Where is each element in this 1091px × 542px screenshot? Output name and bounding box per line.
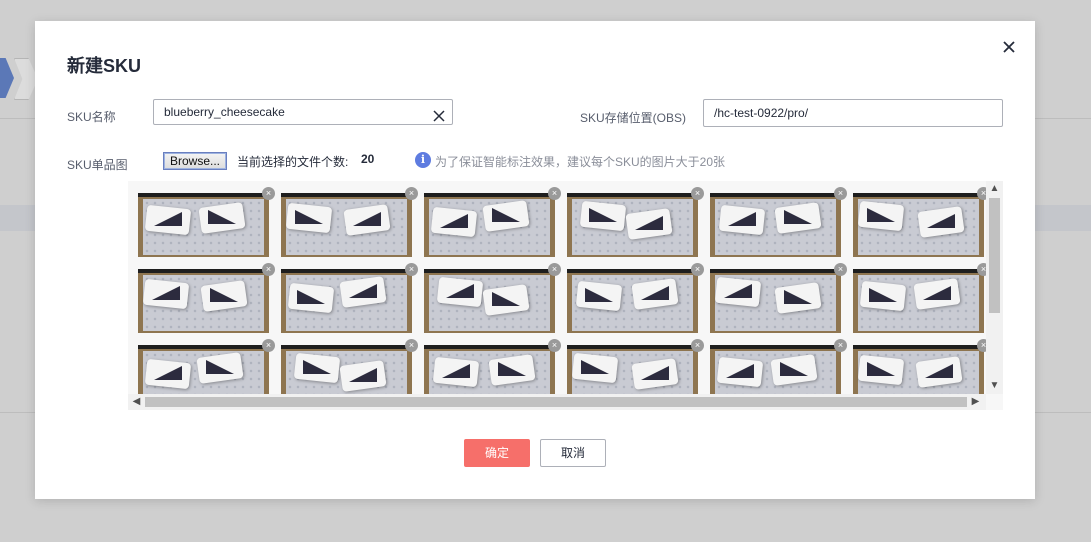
- sku-image-thumbnail[interactable]: [138, 193, 269, 257]
- clear-icon[interactable]: [433, 106, 445, 122]
- remove-image-icon[interactable]: ×: [834, 339, 847, 352]
- background-step-chevron-active: [0, 58, 14, 98]
- image-gallery: × × × × × × × × × × × × × × × × × × ▲ ▼ ◀ ▶: [128, 181, 1003, 410]
- file-count-label: 当前选择的文件个数:: [237, 155, 349, 169]
- remove-image-icon[interactable]: ×: [262, 187, 275, 200]
- remove-image-icon[interactable]: ×: [548, 263, 561, 276]
- browse-button[interactable]: Browse...: [163, 152, 227, 170]
- sku-image-thumbnail[interactable]: [853, 269, 984, 333]
- sku-image-thumbnail[interactable]: [281, 193, 412, 257]
- thumbnail-grid: × × × × × × × × × × × × × × × × × ×: [128, 181, 986, 394]
- obs-location-label: SKU存储位置(OBS): [580, 111, 687, 125]
- vertical-scrollbar[interactable]: ▲ ▼: [986, 181, 1003, 394]
- sku-image-thumbnail[interactable]: [853, 193, 984, 257]
- sku-image-thumbnail[interactable]: [567, 345, 698, 394]
- sku-image-thumbnail[interactable]: [567, 269, 698, 333]
- scroll-left-icon[interactable]: ◀: [128, 394, 145, 410]
- sku-image-thumbnail[interactable]: [424, 193, 555, 257]
- obs-location-value: /hc-test-0922/pro/: [714, 106, 809, 120]
- dialog-title: 新建SKU: [67, 56, 142, 76]
- remove-image-icon[interactable]: ×: [548, 187, 561, 200]
- remove-image-icon[interactable]: ×: [262, 263, 275, 276]
- sku-image-thumbnail[interactable]: [567, 193, 698, 257]
- confirm-button[interactable]: 确定: [464, 439, 530, 467]
- obs-location-input[interactable]: /hc-test-0922/pro/: [703, 99, 1003, 127]
- cancel-button[interactable]: 取消: [540, 439, 606, 467]
- close-icon[interactable]: [999, 37, 1019, 57]
- sku-image-thumbnail[interactable]: [710, 269, 841, 333]
- sku-image-thumbnail[interactable]: [424, 345, 555, 394]
- sku-image-thumbnail[interactable]: [853, 345, 984, 394]
- sku-name-input[interactable]: blueberry_cheesecake: [153, 99, 453, 125]
- sku-name-value: blueberry_cheesecake: [164, 105, 285, 119]
- remove-image-icon[interactable]: ×: [262, 339, 275, 352]
- scroll-up-icon[interactable]: ▲: [986, 181, 1003, 197]
- horizontal-scroll-thumb[interactable]: [145, 397, 967, 407]
- image-count-hint: 为了保证智能标注效果，建议每个SKU的图片大于20张: [435, 155, 726, 169]
- file-count-value: 20: [361, 152, 375, 166]
- remove-image-icon[interactable]: ×: [691, 187, 704, 200]
- sku-image-thumbnail[interactable]: [138, 269, 269, 333]
- sku-image-thumbnail[interactable]: [710, 345, 841, 394]
- remove-image-icon[interactable]: ×: [834, 187, 847, 200]
- remove-image-icon[interactable]: ×: [405, 263, 418, 276]
- remove-image-icon[interactable]: ×: [977, 263, 986, 276]
- sku-name-label: SKU名称: [67, 110, 116, 124]
- sku-image-thumbnail[interactable]: [710, 193, 841, 257]
- scroll-right-icon[interactable]: ▶: [967, 394, 984, 410]
- remove-image-icon[interactable]: ×: [405, 187, 418, 200]
- info-icon: i: [415, 152, 431, 168]
- sku-image-thumbnail[interactable]: [281, 269, 412, 333]
- scroll-down-icon[interactable]: ▼: [986, 378, 1003, 394]
- sku-image-thumbnail[interactable]: [281, 345, 412, 394]
- remove-image-icon[interactable]: ×: [691, 339, 704, 352]
- vertical-scroll-thumb[interactable]: [989, 198, 1000, 313]
- remove-image-icon[interactable]: ×: [977, 187, 986, 200]
- sku-image-thumbnail[interactable]: [424, 269, 555, 333]
- horizontal-scrollbar[interactable]: ◀ ▶: [128, 394, 986, 410]
- remove-image-icon[interactable]: ×: [691, 263, 704, 276]
- sku-image-thumbnail[interactable]: [138, 345, 269, 394]
- remove-image-icon[interactable]: ×: [548, 339, 561, 352]
- remove-image-icon[interactable]: ×: [977, 339, 986, 352]
- sku-image-label: SKU单品图: [67, 158, 128, 172]
- remove-image-icon[interactable]: ×: [834, 263, 847, 276]
- new-sku-dialog: 新建SKU SKU名称 blueberry_cheesecake SKU存储位置…: [35, 21, 1035, 499]
- remove-image-icon[interactable]: ×: [405, 339, 418, 352]
